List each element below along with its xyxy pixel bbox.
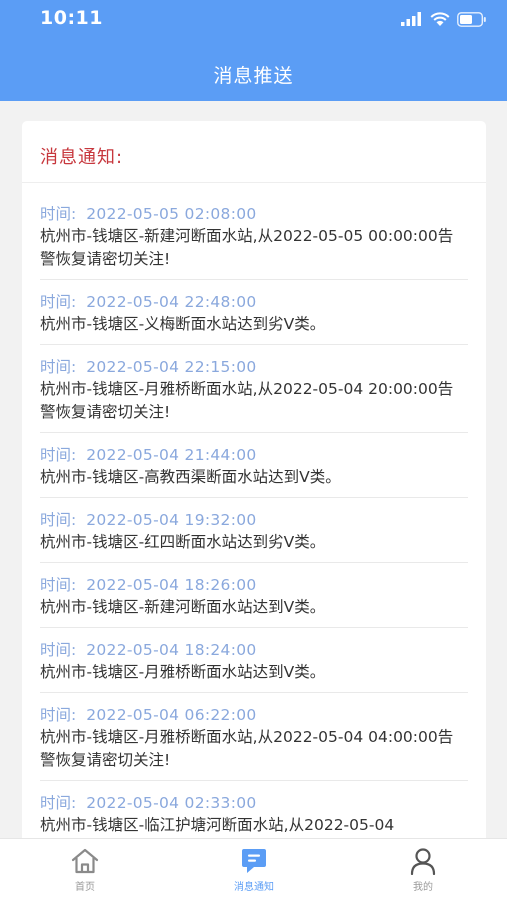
time-value: 2022-05-05 02:08:00	[86, 205, 257, 223]
tab-mine-label: 我的	[413, 882, 433, 893]
time-value: 2022-05-04 22:48:00	[86, 293, 257, 311]
home-icon	[71, 848, 99, 874]
message-text: 杭州市-钱塘区-新建河断面水站,从2022-05-05 00:00:00告警恢复…	[40, 227, 454, 268]
message-text: 杭州市-钱塘区-月雅桥断面水站达到V类。	[40, 663, 326, 681]
message-text: 杭州市-钱塘区-月雅桥断面水站,从2022-05-04 20:00:00告警恢复…	[40, 380, 454, 421]
time-value: 2022-05-04 18:24:00	[86, 641, 257, 659]
time-prefix: 时间:	[40, 358, 77, 376]
message-item[interactable]: 时间: 2022-05-05 02:08:00 杭州市-钱塘区-新建河断面水站,从…	[40, 203, 468, 280]
tab-messages[interactable]: 消息通知	[204, 847, 304, 897]
message-time: 时间: 2022-05-04 22:15:00	[40, 356, 468, 378]
wifi-icon	[430, 12, 450, 26]
tab-home[interactable]: 首页	[35, 847, 135, 897]
message-item[interactable]: 时间: 2022-05-04 19:32:00 杭州市-钱塘区-红四断面水站达到劣…	[40, 509, 468, 563]
message-time: 时间: 2022-05-04 22:48:00	[40, 291, 468, 313]
status-bar: 10:11	[0, 0, 507, 38]
page-title: 消息推送	[213, 65, 294, 87]
message-text: 杭州市-钱塘区-高教西渠断面水站达到V类。	[40, 468, 341, 486]
message-card: 消息通知: 时间: 2022-05-05 02:08:00 杭州市-钱塘区-新建河…	[22, 121, 486, 856]
time-value: 2022-05-04 22:15:00	[86, 358, 257, 376]
tab-messages-label: 消息通知	[234, 882, 274, 893]
message-text: 杭州市-钱塘区-红四断面水站达到劣V类。	[40, 533, 326, 551]
status-icons	[401, 10, 487, 28]
message-text: 杭州市-钱塘区-义梅断面水站达到劣V类。	[40, 315, 326, 333]
time-prefix: 时间:	[40, 511, 77, 529]
message-time: 时间: 2022-05-05 02:08:00	[40, 203, 468, 225]
message-time: 时间: 2022-05-04 18:24:00	[40, 639, 468, 661]
header-bar: 10:11 消息推送	[0, 0, 507, 101]
time-value: 2022-05-04 18:26:00	[86, 576, 257, 594]
time-prefix: 时间:	[40, 794, 77, 812]
card-title: 消息通知:	[40, 147, 124, 168]
time-prefix: 时间:	[40, 576, 77, 594]
message-item[interactable]: 时间: 2022-05-04 21:44:00 杭州市-钱塘区-高教西渠断面水站达…	[40, 444, 468, 498]
bottom-tab-bar: 首页 消息通知 我的	[0, 838, 507, 900]
card-divider	[22, 182, 486, 183]
message-text: 杭州市-钱塘区-临江护塘河断面水站,从2022-05-04	[40, 816, 395, 834]
message-item[interactable]: 时间: 2022-05-04 18:24:00 杭州市-钱塘区-月雅桥断面水站达到…	[40, 639, 468, 693]
message-icon	[242, 849, 266, 873]
signal-icon	[401, 12, 421, 26]
time-prefix: 时间:	[40, 205, 77, 223]
time-value: 2022-05-04 06:22:00	[86, 706, 257, 724]
time-prefix: 时间:	[40, 706, 77, 724]
message-time: 时间: 2022-05-04 02:33:00	[40, 792, 468, 814]
time-prefix: 时间:	[40, 293, 77, 311]
message-text: 杭州市-钱塘区-月雅桥断面水站,从2022-05-04 04:00:00告警恢复…	[40, 728, 454, 769]
message-time: 时间: 2022-05-04 19:32:00	[40, 509, 468, 531]
message-text: 杭州市-钱塘区-新建河断面水站达到V类。	[40, 598, 326, 616]
time-value: 2022-05-04 21:44:00	[86, 446, 257, 464]
message-list: 时间: 2022-05-05 02:08:00 杭州市-钱塘区-新建河断面水站,从…	[40, 203, 468, 856]
message-item[interactable]: 时间: 2022-05-04 22:15:00 杭州市-钱塘区-月雅桥断面水站,从…	[40, 356, 468, 433]
status-time: 10:11	[40, 7, 103, 29]
user-icon	[410, 848, 436, 875]
tab-mine[interactable]: 我的	[373, 847, 473, 897]
time-prefix: 时间:	[40, 641, 77, 659]
message-item[interactable]: 时间: 2022-05-04 22:48:00 杭州市-钱塘区-义梅断面水站达到劣…	[40, 291, 468, 345]
time-value: 2022-05-04 19:32:00	[86, 511, 257, 529]
time-value: 2022-05-04 02:33:00	[86, 794, 257, 812]
message-time: 时间: 2022-05-04 18:26:00	[40, 574, 468, 596]
message-item[interactable]: 时间: 2022-05-04 18:26:00 杭州市-钱塘区-新建河断面水站达到…	[40, 574, 468, 628]
battery-icon	[457, 11, 486, 27]
message-item[interactable]: 时间: 2022-05-04 06:22:00 杭州市-钱塘区-月雅桥断面水站,从…	[40, 704, 468, 781]
message-time: 时间: 2022-05-04 21:44:00	[40, 444, 468, 466]
time-prefix: 时间:	[40, 446, 77, 464]
tab-home-label: 首页	[75, 882, 95, 893]
message-time: 时间: 2022-05-04 06:22:00	[40, 704, 468, 726]
